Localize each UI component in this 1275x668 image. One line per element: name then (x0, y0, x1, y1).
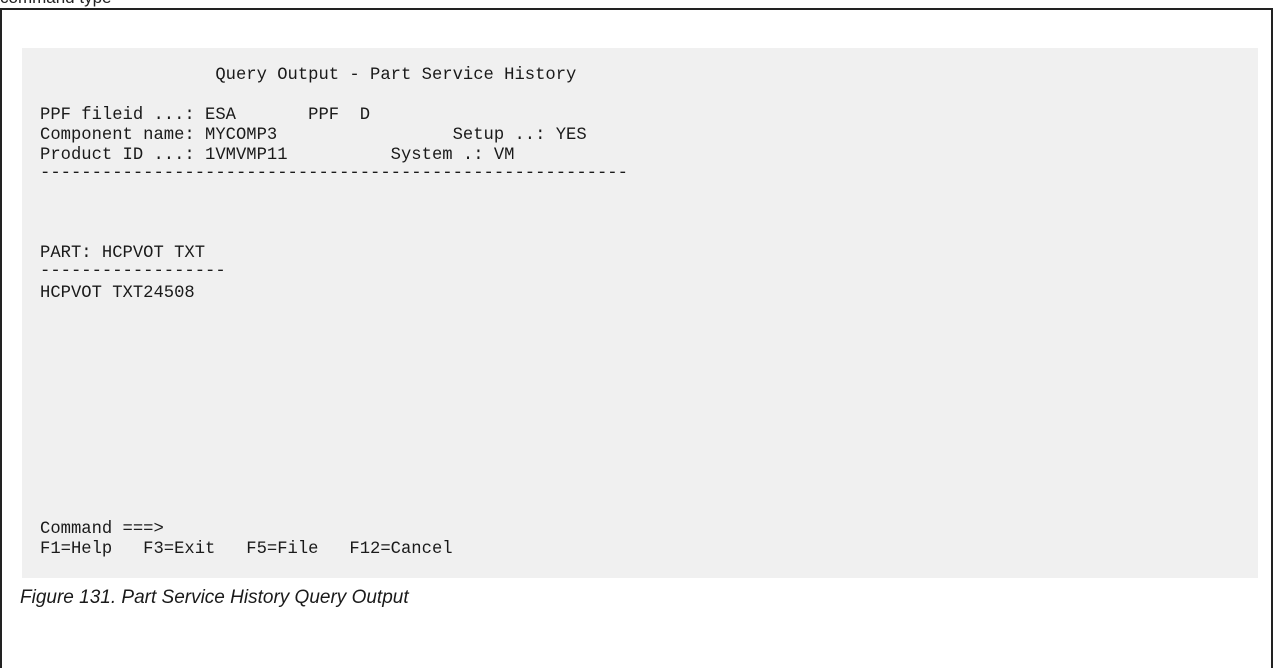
product-id-line: Product ID ...: 1VMVMP11 System .: VM (40, 146, 515, 165)
header-separator: ----------------------------------------… (40, 164, 628, 183)
screen-title: Query Output - Part Service History (40, 66, 577, 85)
component-name-line: Component name: MYCOMP3 Setup ..: YES (40, 126, 587, 145)
part-label: PART: HCPVOT TXT (40, 244, 206, 263)
part-separator: ------------------ (40, 262, 226, 281)
figure-frame: Query Output - Part Service History PPF … (0, 8, 1273, 668)
command-input[interactable]: Command ===> (40, 520, 164, 540)
pf-key-bar[interactable]: F1=Help F3=Exit F5=File F12=Cancel (40, 540, 453, 560)
part-service-entry[interactable]: HCPVOT TXT24508 (40, 284, 195, 304)
figure-caption: Figure 131. Part Service History Query O… (20, 587, 409, 608)
terminal-screen: Query Output - Part Service History PPF … (22, 48, 1258, 578)
preceding-text: command type (0, 0, 112, 8)
ppf-fileid-line: PPF fileid ...: ESA PPF D (40, 106, 371, 125)
